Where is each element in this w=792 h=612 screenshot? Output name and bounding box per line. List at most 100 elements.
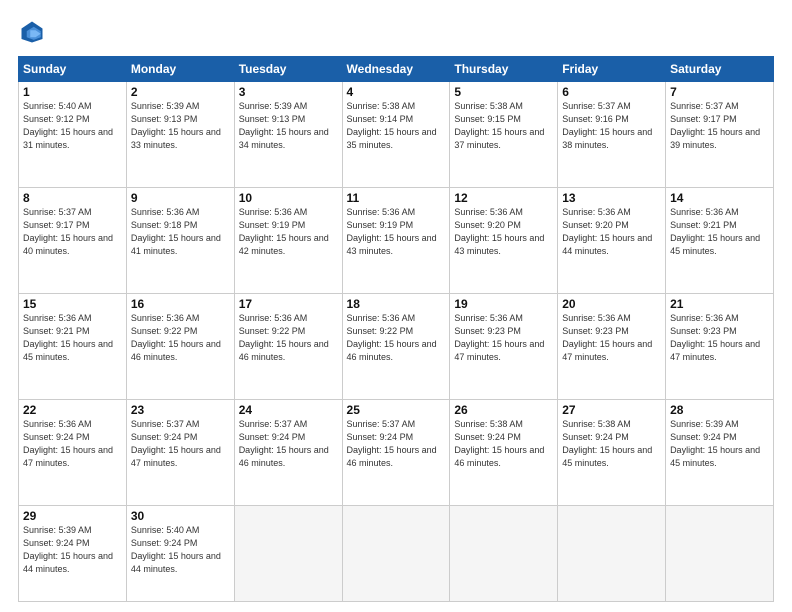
calendar-cell: 17 Sunrise: 5:36 AM Sunset: 9:22 PM Dayl… <box>234 294 342 400</box>
day-number: 29 <box>23 509 122 523</box>
day-number: 7 <box>670 85 769 99</box>
day-number: 23 <box>131 403 230 417</box>
day-info: Sunrise: 5:39 AM Sunset: 9:24 PM Dayligh… <box>670 418 769 470</box>
calendar-cell: 12 Sunrise: 5:36 AM Sunset: 9:20 PM Dayl… <box>450 188 558 294</box>
calendar-table: SundayMondayTuesdayWednesdayThursdayFrid… <box>18 56 774 602</box>
day-number: 15 <box>23 297 122 311</box>
calendar-cell <box>450 506 558 602</box>
calendar-cell: 15 Sunrise: 5:36 AM Sunset: 9:21 PM Dayl… <box>19 294 127 400</box>
calendar-cell: 27 Sunrise: 5:38 AM Sunset: 9:24 PM Dayl… <box>558 400 666 506</box>
day-info: Sunrise: 5:37 AM Sunset: 9:24 PM Dayligh… <box>239 418 338 470</box>
day-info: Sunrise: 5:38 AM Sunset: 9:24 PM Dayligh… <box>454 418 553 470</box>
calendar-cell: 9 Sunrise: 5:36 AM Sunset: 9:18 PM Dayli… <box>126 188 234 294</box>
day-info: Sunrise: 5:40 AM Sunset: 9:24 PM Dayligh… <box>131 524 230 576</box>
day-number: 2 <box>131 85 230 99</box>
day-number: 12 <box>454 191 553 205</box>
calendar-cell: 3 Sunrise: 5:39 AM Sunset: 9:13 PM Dayli… <box>234 82 342 188</box>
day-number: 10 <box>239 191 338 205</box>
calendar-week-row: 8 Sunrise: 5:37 AM Sunset: 9:17 PM Dayli… <box>19 188 774 294</box>
day-number: 1 <box>23 85 122 99</box>
day-number: 30 <box>131 509 230 523</box>
calendar-cell: 16 Sunrise: 5:36 AM Sunset: 9:22 PM Dayl… <box>126 294 234 400</box>
day-info: Sunrise: 5:36 AM Sunset: 9:20 PM Dayligh… <box>562 206 661 258</box>
calendar-cell: 19 Sunrise: 5:36 AM Sunset: 9:23 PM Dayl… <box>450 294 558 400</box>
calendar-cell: 29 Sunrise: 5:39 AM Sunset: 9:24 PM Dayl… <box>19 506 127 602</box>
calendar-week-row: 1 Sunrise: 5:40 AM Sunset: 9:12 PM Dayli… <box>19 82 774 188</box>
day-info: Sunrise: 5:38 AM Sunset: 9:15 PM Dayligh… <box>454 100 553 152</box>
day-info: Sunrise: 5:37 AM Sunset: 9:16 PM Dayligh… <box>562 100 661 152</box>
weekday-header-tuesday: Tuesday <box>234 57 342 82</box>
day-info: Sunrise: 5:37 AM Sunset: 9:17 PM Dayligh… <box>670 100 769 152</box>
day-info: Sunrise: 5:36 AM Sunset: 9:21 PM Dayligh… <box>23 312 122 364</box>
day-info: Sunrise: 5:36 AM Sunset: 9:19 PM Dayligh… <box>347 206 446 258</box>
day-info: Sunrise: 5:37 AM Sunset: 9:24 PM Dayligh… <box>131 418 230 470</box>
logo-icon <box>18 18 46 46</box>
calendar-cell: 2 Sunrise: 5:39 AM Sunset: 9:13 PM Dayli… <box>126 82 234 188</box>
day-info: Sunrise: 5:38 AM Sunset: 9:24 PM Dayligh… <box>562 418 661 470</box>
day-info: Sunrise: 5:36 AM Sunset: 9:23 PM Dayligh… <box>562 312 661 364</box>
calendar-cell <box>666 506 774 602</box>
weekday-header-sunday: Sunday <box>19 57 127 82</box>
day-info: Sunrise: 5:39 AM Sunset: 9:13 PM Dayligh… <box>239 100 338 152</box>
day-number: 11 <box>347 191 446 205</box>
day-number: 19 <box>454 297 553 311</box>
calendar-cell: 18 Sunrise: 5:36 AM Sunset: 9:22 PM Dayl… <box>342 294 450 400</box>
calendar-cell: 21 Sunrise: 5:36 AM Sunset: 9:23 PM Dayl… <box>666 294 774 400</box>
calendar-cell: 5 Sunrise: 5:38 AM Sunset: 9:15 PM Dayli… <box>450 82 558 188</box>
header <box>18 18 774 46</box>
calendar-cell: 25 Sunrise: 5:37 AM Sunset: 9:24 PM Dayl… <box>342 400 450 506</box>
day-number: 3 <box>239 85 338 99</box>
day-number: 17 <box>239 297 338 311</box>
weekday-header-wednesday: Wednesday <box>342 57 450 82</box>
page: SundayMondayTuesdayWednesdayThursdayFrid… <box>0 0 792 612</box>
calendar-cell <box>234 506 342 602</box>
day-info: Sunrise: 5:36 AM Sunset: 9:22 PM Dayligh… <box>239 312 338 364</box>
calendar-cell: 1 Sunrise: 5:40 AM Sunset: 9:12 PM Dayli… <box>19 82 127 188</box>
day-number: 16 <box>131 297 230 311</box>
weekday-header-friday: Friday <box>558 57 666 82</box>
day-info: Sunrise: 5:36 AM Sunset: 9:23 PM Dayligh… <box>670 312 769 364</box>
day-number: 8 <box>23 191 122 205</box>
calendar-cell <box>342 506 450 602</box>
day-info: Sunrise: 5:36 AM Sunset: 9:23 PM Dayligh… <box>454 312 553 364</box>
calendar-cell: 11 Sunrise: 5:36 AM Sunset: 9:19 PM Dayl… <box>342 188 450 294</box>
day-info: Sunrise: 5:36 AM Sunset: 9:21 PM Dayligh… <box>670 206 769 258</box>
weekday-header-row: SundayMondayTuesdayWednesdayThursdayFrid… <box>19 57 774 82</box>
day-number: 21 <box>670 297 769 311</box>
calendar-week-row: 29 Sunrise: 5:39 AM Sunset: 9:24 PM Dayl… <box>19 506 774 602</box>
calendar-cell: 6 Sunrise: 5:37 AM Sunset: 9:16 PM Dayli… <box>558 82 666 188</box>
calendar-cell: 13 Sunrise: 5:36 AM Sunset: 9:20 PM Dayl… <box>558 188 666 294</box>
day-info: Sunrise: 5:39 AM Sunset: 9:13 PM Dayligh… <box>131 100 230 152</box>
day-number: 18 <box>347 297 446 311</box>
day-number: 13 <box>562 191 661 205</box>
logo <box>18 18 50 46</box>
weekday-header-thursday: Thursday <box>450 57 558 82</box>
day-info: Sunrise: 5:37 AM Sunset: 9:24 PM Dayligh… <box>347 418 446 470</box>
day-info: Sunrise: 5:36 AM Sunset: 9:24 PM Dayligh… <box>23 418 122 470</box>
day-number: 5 <box>454 85 553 99</box>
calendar-cell: 4 Sunrise: 5:38 AM Sunset: 9:14 PM Dayli… <box>342 82 450 188</box>
day-number: 9 <box>131 191 230 205</box>
calendar-cell: 23 Sunrise: 5:37 AM Sunset: 9:24 PM Dayl… <box>126 400 234 506</box>
day-number: 4 <box>347 85 446 99</box>
calendar-cell: 8 Sunrise: 5:37 AM Sunset: 9:17 PM Dayli… <box>19 188 127 294</box>
calendar-cell: 24 Sunrise: 5:37 AM Sunset: 9:24 PM Dayl… <box>234 400 342 506</box>
weekday-header-monday: Monday <box>126 57 234 82</box>
day-number: 22 <box>23 403 122 417</box>
day-info: Sunrise: 5:36 AM Sunset: 9:22 PM Dayligh… <box>131 312 230 364</box>
day-info: Sunrise: 5:36 AM Sunset: 9:20 PM Dayligh… <box>454 206 553 258</box>
weekday-header-saturday: Saturday <box>666 57 774 82</box>
calendar-week-row: 22 Sunrise: 5:36 AM Sunset: 9:24 PM Dayl… <box>19 400 774 506</box>
calendar-cell: 10 Sunrise: 5:36 AM Sunset: 9:19 PM Dayl… <box>234 188 342 294</box>
calendar-cell: 30 Sunrise: 5:40 AM Sunset: 9:24 PM Dayl… <box>126 506 234 602</box>
day-info: Sunrise: 5:37 AM Sunset: 9:17 PM Dayligh… <box>23 206 122 258</box>
calendar-week-row: 15 Sunrise: 5:36 AM Sunset: 9:21 PM Dayl… <box>19 294 774 400</box>
calendar-cell: 7 Sunrise: 5:37 AM Sunset: 9:17 PM Dayli… <box>666 82 774 188</box>
calendar-cell: 26 Sunrise: 5:38 AM Sunset: 9:24 PM Dayl… <box>450 400 558 506</box>
calendar-cell: 28 Sunrise: 5:39 AM Sunset: 9:24 PM Dayl… <box>666 400 774 506</box>
day-number: 28 <box>670 403 769 417</box>
calendar-cell: 20 Sunrise: 5:36 AM Sunset: 9:23 PM Dayl… <box>558 294 666 400</box>
day-info: Sunrise: 5:36 AM Sunset: 9:22 PM Dayligh… <box>347 312 446 364</box>
day-info: Sunrise: 5:36 AM Sunset: 9:18 PM Dayligh… <box>131 206 230 258</box>
day-info: Sunrise: 5:40 AM Sunset: 9:12 PM Dayligh… <box>23 100 122 152</box>
